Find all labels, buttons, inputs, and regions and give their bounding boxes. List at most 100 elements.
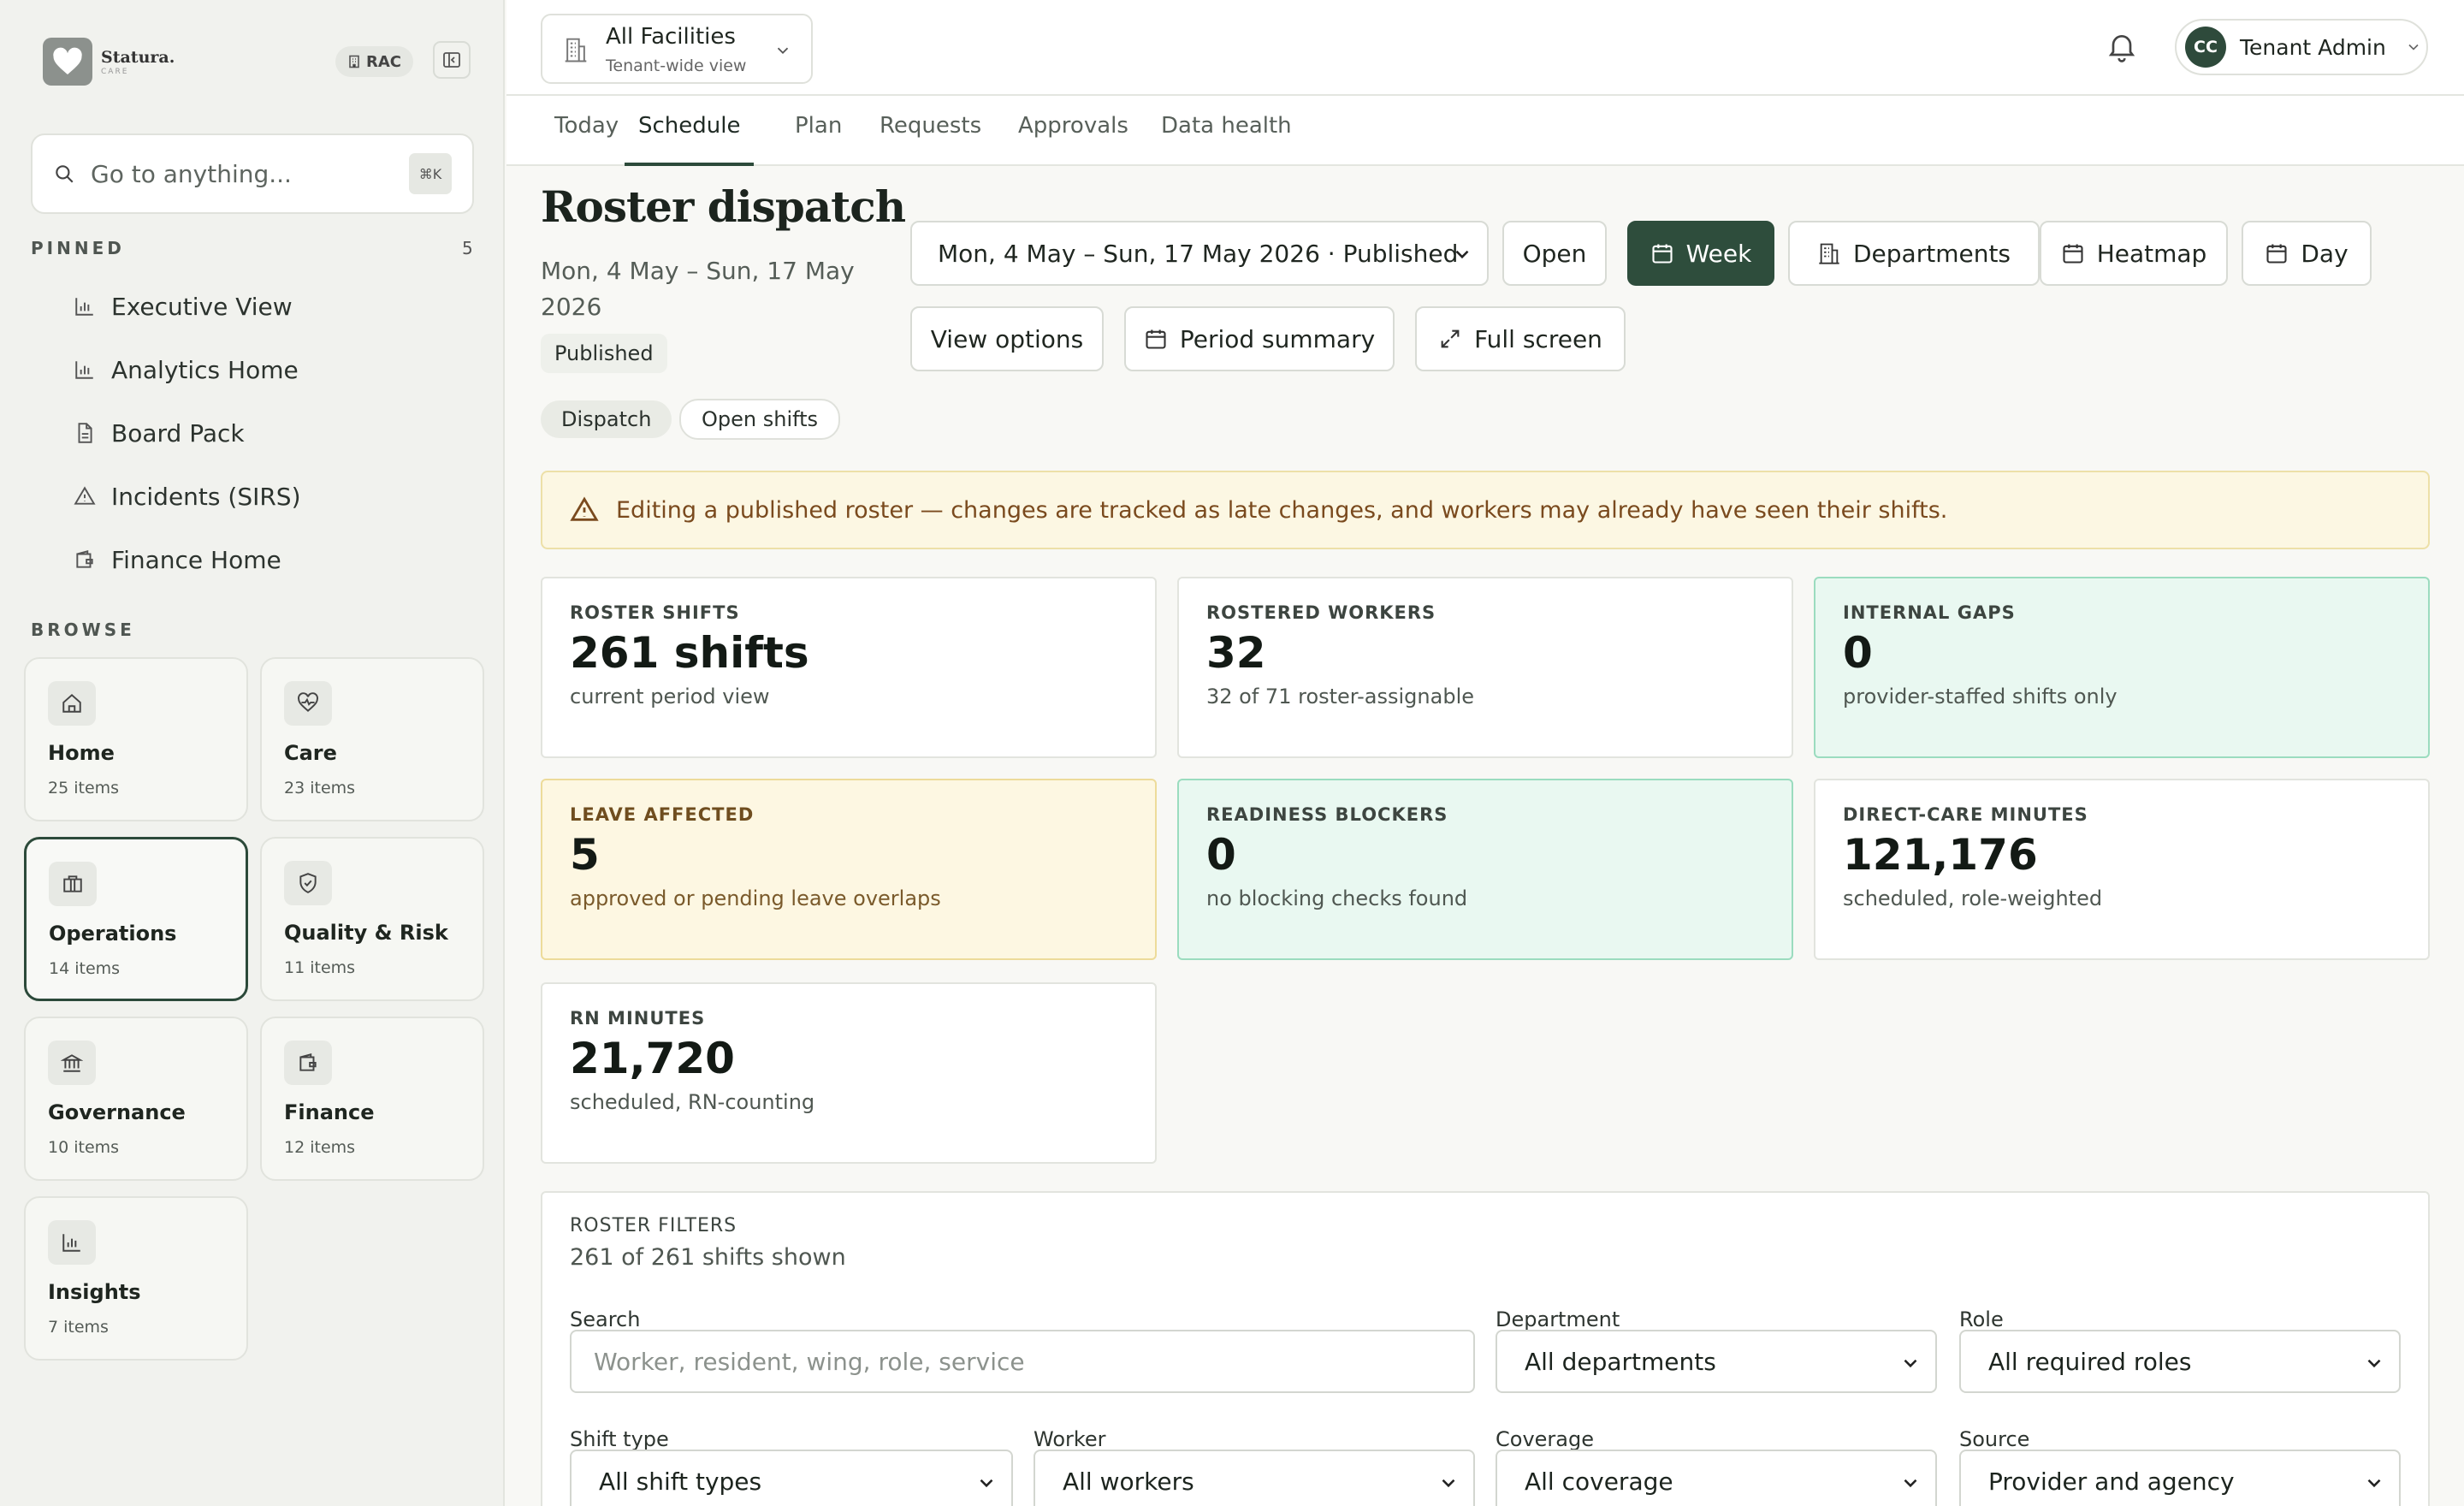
roster-filters: ROSTER FILTERS 261 of 261 shifts shown S… bbox=[541, 1191, 2430, 1506]
calendar-icon bbox=[2266, 244, 2287, 264]
filters-title: ROSTER FILTERS bbox=[570, 1215, 737, 1236]
stat-label: INTERNAL GAPS bbox=[1843, 602, 2016, 623]
pinned-item-board-pack[interactable]: Board Pack bbox=[74, 416, 245, 450]
stat-sub: provider-staffed shifts only bbox=[1843, 685, 2118, 709]
tab-plan[interactable]: Plan bbox=[795, 113, 842, 166]
pinned-item-executive-view[interactable]: Executive View bbox=[74, 289, 293, 323]
logo[interactable] bbox=[43, 38, 92, 86]
bar-chart-icon bbox=[62, 1234, 80, 1252]
role-select[interactable]: All required roles bbox=[1959, 1330, 2401, 1393]
week-button-label: Week bbox=[1685, 239, 1752, 268]
search-shortcut: ⌘K bbox=[409, 153, 452, 194]
period-select-value: Mon, 4 May – Sun, 17 May 2026 · Publishe… bbox=[938, 239, 1459, 268]
bar-chart-icon bbox=[75, 361, 93, 379]
week-view-button[interactable]: Week bbox=[1627, 221, 1774, 286]
facility-sub: Tenant-wide view bbox=[606, 56, 747, 75]
browse-card-quality-risk[interactable]: Quality & Risk 11 items bbox=[260, 837, 484, 1001]
source-filter-label: Source bbox=[1959, 1427, 2030, 1451]
browse-card-operations[interactable]: Operations 14 items bbox=[24, 837, 248, 1001]
collapse-sidebar-button[interactable] bbox=[433, 41, 471, 79]
chevron-down-icon bbox=[980, 1479, 993, 1488]
bell-icon bbox=[2108, 35, 2135, 62]
pinned-item-incidents[interactable]: Incidents (SIRS) bbox=[74, 479, 301, 513]
open-button[interactable]: Open bbox=[1502, 221, 1607, 286]
pinned-item-label: Executive View bbox=[111, 292, 293, 321]
pinned-item-analytics-home[interactable]: Analytics Home bbox=[74, 353, 299, 387]
tab-requests[interactable]: Requests bbox=[880, 113, 981, 166]
card-count: 11 items bbox=[284, 958, 356, 977]
global-search[interactable]: Go to anything... ⌘K bbox=[31, 133, 474, 214]
stat-sub: no blocking checks found bbox=[1206, 886, 1468, 910]
shield-check-icon bbox=[299, 873, 317, 893]
section-tabs: Today Schedule Plan Requests Approvals D… bbox=[506, 96, 2464, 166]
browse-card-care[interactable]: Care 23 items bbox=[260, 657, 484, 821]
department-select[interactable]: All departments bbox=[1496, 1330, 1937, 1393]
sidebar-toggle-icon bbox=[443, 52, 460, 68]
period-summary-button[interactable]: Period summary bbox=[1124, 306, 1395, 371]
stat-label: LEAVE AFFECTED bbox=[570, 804, 755, 825]
home-icon bbox=[62, 693, 81, 713]
stat-sub: current period view bbox=[570, 685, 770, 709]
subtab-dispatch[interactable]: Dispatch bbox=[541, 400, 672, 438]
calendar-icon bbox=[2063, 244, 2083, 264]
full-screen-button[interactable]: Full screen bbox=[1415, 306, 1626, 371]
card-count: 23 items bbox=[284, 779, 356, 797]
shift-type-select[interactable]: All shift types bbox=[570, 1450, 1013, 1506]
source-select[interactable]: Provider and agency bbox=[1959, 1450, 2401, 1506]
building-icon bbox=[1819, 243, 1839, 264]
worker-select[interactable]: All workers bbox=[1034, 1450, 1475, 1506]
browse-card-home[interactable]: Home 25 items bbox=[24, 657, 248, 821]
stat-label: RN MINUTES bbox=[570, 1008, 706, 1029]
worker-select-value: All workers bbox=[1063, 1467, 1194, 1496]
day-view-button[interactable]: Day bbox=[2242, 221, 2372, 286]
card-title: Finance bbox=[284, 1100, 375, 1124]
roster-search-input[interactable]: Worker, resident, wing, role, service bbox=[570, 1330, 1475, 1393]
stat-direct-care-minutes: DIRECT-CARE MINUTES 121,176 scheduled, r… bbox=[1814, 779, 2430, 960]
search-placeholder: Go to anything... bbox=[91, 159, 292, 188]
browse-card-insights[interactable]: Insights 7 items bbox=[24, 1196, 248, 1361]
building-icon bbox=[349, 55, 359, 68]
card-title: Insights bbox=[48, 1280, 141, 1304]
tab-approvals[interactable]: Approvals bbox=[1018, 113, 1128, 166]
wallet-icon bbox=[76, 549, 93, 568]
period-summary-label: Period summary bbox=[1179, 324, 1376, 353]
shift-type-filter-label: Shift type bbox=[570, 1427, 669, 1451]
brand-sub: CARE bbox=[101, 68, 129, 76]
card-count: 12 items bbox=[284, 1138, 356, 1157]
tab-today[interactable]: Today bbox=[554, 113, 619, 166]
notifications-button[interactable] bbox=[2105, 29, 2139, 63]
pinned-item-label: Analytics Home bbox=[111, 355, 299, 384]
stat-label: DIRECT-CARE MINUTES bbox=[1843, 804, 2088, 825]
stat-value: 5 bbox=[570, 830, 600, 880]
tab-schedule[interactable]: Schedule bbox=[625, 113, 755, 166]
stat-label: ROSTER SHIFTS bbox=[570, 602, 740, 623]
heatmap-view-button[interactable]: Heatmap bbox=[2040, 221, 2228, 286]
role-select-value: All required roles bbox=[1988, 1347, 2192, 1376]
role-badge-label: RAC bbox=[366, 52, 402, 71]
stat-sub: 32 of 71 roster-assignable bbox=[1206, 685, 1474, 709]
chevron-down-icon bbox=[777, 47, 789, 55]
chevron-down-icon bbox=[1904, 1359, 1917, 1368]
browse-card-governance[interactable]: Governance 10 items bbox=[24, 1017, 248, 1181]
view-options-button[interactable]: View options bbox=[910, 306, 1104, 371]
heart-logo-icon bbox=[53, 47, 82, 74]
user-menu[interactable]: CC Tenant Admin bbox=[2175, 19, 2428, 75]
stat-value: 121,176 bbox=[1843, 830, 2038, 880]
subtab-open-shifts[interactable]: Open shifts bbox=[679, 399, 841, 440]
heart-pulse-icon bbox=[298, 692, 318, 712]
stat-value: 32 bbox=[1206, 628, 1266, 678]
stat-leave-affected: LEAVE AFFECTED 5 approved or pending lea… bbox=[541, 779, 1157, 960]
browse-card-finance[interactable]: Finance 12 items bbox=[260, 1017, 484, 1181]
period-select[interactable]: Mon, 4 May – Sun, 17 May 2026 · Publishe… bbox=[910, 221, 1489, 286]
tab-data-health[interactable]: Data health bbox=[1161, 113, 1292, 166]
coverage-filter-label: Coverage bbox=[1496, 1427, 1594, 1451]
facility-selector[interactable]: All Facilities Tenant-wide view bbox=[541, 14, 813, 84]
stat-sub: approved or pending leave overlaps bbox=[570, 886, 941, 910]
pinned-item-finance-home[interactable]: Finance Home bbox=[74, 543, 281, 577]
role-badge[interactable]: RAC bbox=[335, 46, 414, 77]
coverage-select[interactable]: All coverage bbox=[1496, 1450, 1937, 1506]
stat-sub: scheduled, role-weighted bbox=[1843, 886, 2103, 910]
pinned-item-label: Incidents (SIRS) bbox=[111, 482, 301, 511]
departments-view-button[interactable]: Departments bbox=[1788, 221, 2040, 286]
stat-sub: scheduled, RN-counting bbox=[570, 1090, 815, 1114]
